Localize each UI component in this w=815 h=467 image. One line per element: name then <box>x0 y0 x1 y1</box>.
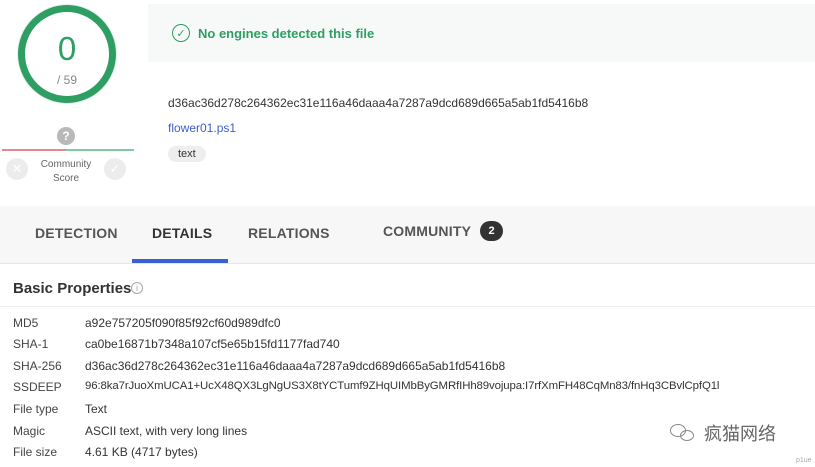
corner-tag: p1ue <box>796 457 812 464</box>
vote-harmless-button[interactable]: ✓ <box>104 158 126 180</box>
engine-total: / 59 <box>56 73 77 87</box>
tab-details[interactable]: DETAILS <box>152 225 212 241</box>
question-icon: ? <box>57 127 75 145</box>
property-value: ca0be16871b7348a107cf5e65b15fd1177fad740 <box>85 337 340 351</box>
tab-relations[interactable]: RELATIONS <box>248 225 330 241</box>
active-tab-indicator <box>132 259 228 263</box>
property-value: 96:8ka7rJuoXmUCA1+UcX48QX3LgNgUS3X8tYCTu… <box>85 380 720 392</box>
banner-text: No engines detected this file <box>198 25 375 41</box>
property-key: SSDEEP <box>13 380 62 394</box>
watermark: 疯猫网络 <box>670 420 776 446</box>
property-value: Text <box>85 402 108 416</box>
community-count-badge: 2 <box>480 221 503 241</box>
tab-bar: DETECTION DETAILS RELATIONS COMMUNITY <box>0 206 815 264</box>
divider <box>0 306 815 307</box>
property-key: SHA-256 <box>13 359 62 373</box>
check-circle-icon: ✓ <box>172 24 190 42</box>
property-value: d36ac36d278c264362ec31e116a46daaa4a7287a… <box>85 359 506 373</box>
community-negative-bar <box>2 149 66 151</box>
file-hash: d36ac36d278c264362ec31e116a46daaa4a7287a… <box>168 96 589 110</box>
property-key: File type <box>13 402 59 416</box>
detection-banner: ✓ No engines detected this file <box>148 4 815 62</box>
detection-count: 0 <box>57 30 77 67</box>
detection-score-ring: 0 / 59 <box>18 5 116 103</box>
property-key: SHA-1 <box>13 337 49 351</box>
watermark-text: 疯猫网络 <box>704 424 776 444</box>
check-icon: ✓ <box>109 161 121 176</box>
vote-harmful-button[interactable]: ✕ <box>6 158 28 180</box>
property-key: MD5 <box>13 316 39 330</box>
tab-community[interactable]: COMMUNITY <box>383 223 471 239</box>
property-value: ASCII text, with very long lines <box>85 424 248 438</box>
property-key: File size <box>13 445 58 459</box>
file-tag[interactable]: text <box>168 146 206 162</box>
property-value: a92e757205f090f85f92cf60d989dfc0 <box>85 316 281 330</box>
section-title: Basic Properties <box>13 280 132 297</box>
info-icon[interactable]: i <box>131 282 143 294</box>
wechat-icon <box>670 422 696 444</box>
community-score-label: Community Score <box>40 159 92 184</box>
property-value: 4.61 KB (4717 bytes) <box>85 445 198 459</box>
close-icon: ✕ <box>11 161 23 176</box>
community-positive-bar <box>66 149 134 151</box>
tab-detection[interactable]: DETECTION <box>35 225 118 241</box>
file-name-link[interactable]: flower01.ps1 <box>168 121 236 135</box>
property-key: Magic <box>13 424 46 438</box>
